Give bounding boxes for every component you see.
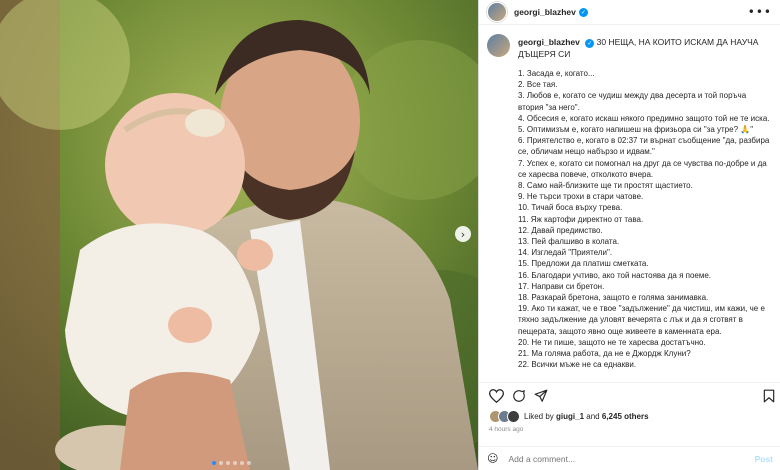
caption-list-item: 4. Обсесия е, когато искаш някого предим… <box>518 113 770 123</box>
chevron-right-icon: › <box>460 227 466 241</box>
caption-list-item: 7. Успех е, когато си помогнал на друг д… <box>518 158 767 179</box>
caption-heading: georgi_blazhev ✓ 30 НЕЩА, НА КОИТО ИСКАМ… <box>518 34 773 60</box>
caption-avatar[interactable] <box>487 34 510 57</box>
post-comment-button[interactable]: Post <box>755 454 773 464</box>
caption-list-item: 2. Все тая. <box>518 80 558 90</box>
caption-list-item: 3. Любов е, когато се чудиш между два де… <box>518 91 747 112</box>
caption-username[interactable]: georgi_blazhev <box>518 37 580 47</box>
carousel-indicators <box>212 461 251 465</box>
caption-scroll-area[interactable]: georgi_blazhev ✓ 30 НЕЩА, НА КОИТО ИСКАМ… <box>479 34 780 382</box>
likes-others[interactable]: 6,245 others <box>602 412 649 421</box>
carousel-dot <box>212 461 216 465</box>
caption-list-item: 17. Направи си бретон. <box>518 281 605 291</box>
carousel-dot <box>219 461 223 465</box>
post-photo[interactable]: › <box>0 0 478 470</box>
header-username[interactable]: georgi_blazhev <box>514 7 576 17</box>
likes-prefix: Liked by <box>524 412 554 421</box>
comment-icon[interactable] <box>511 388 527 404</box>
caption-list-item: 22. Всички мъже не са еднакви. <box>518 360 637 370</box>
caption-list-item: 14. Изгледай "Приятели". <box>518 248 613 258</box>
heart-icon[interactable] <box>488 388 504 404</box>
comment-bar: ☺ Post <box>479 446 780 470</box>
caption-list-item: 5. Оптимизъм е, когато напишеш на фризьо… <box>518 125 754 135</box>
caption-list-item: 8. Само най-близките ще ти простят щасти… <box>518 181 693 191</box>
post-header: georgi_blazhev ✓ ••• <box>479 0 780 25</box>
bookmark-icon[interactable] <box>761 388 777 404</box>
share-icon[interactable] <box>533 388 549 404</box>
verified-badge-icon: ✓ <box>578 7 588 17</box>
caption-list-item: 13. Пей фалшиво в колата. <box>518 237 620 247</box>
likes-user[interactable]: giugi_1 <box>556 412 584 421</box>
caption-list-item: 21. Ма голяма работа, да не е Джордж Клу… <box>518 349 691 359</box>
caption-list-item: 11. Яж картофи директно от тава. <box>518 214 644 224</box>
carousel-dot <box>247 461 251 465</box>
likes-summary: Liked by giugi_1 and 6,245 others <box>489 410 649 423</box>
caption-list-item: 6. Приятелство е, когато в 02:37 ти върн… <box>518 136 770 157</box>
post-timestamp[interactable]: 4 hours ago <box>489 426 523 433</box>
caption-list-item: 18. Разкарай бретона, защото е голяма за… <box>518 293 709 303</box>
caption-list-item: 12. Давай предимство. <box>518 225 603 235</box>
caption-verified-icon: ✓ <box>585 39 595 48</box>
more-options-icon[interactable]: ••• <box>748 5 772 19</box>
post-side-panel: georgi_blazhev ✓ ••• georgi_blazhev ✓ 30… <box>478 0 780 470</box>
photo-illustration <box>0 0 478 470</box>
instagram-post-modal: › georgi_blazhev ✓ ••• georgi_blazhev ✓ … <box>0 0 780 470</box>
likes-text: Liked by giugi_1 and 6,245 others <box>524 412 649 421</box>
caption-list-item: 10. Тичай боса върху трева. <box>518 203 623 213</box>
caption-list-item: 19. Ако ти кажат, че е твое "задължение"… <box>518 304 765 336</box>
caption-list-item: 16. Благодари учтиво, ако той настоява д… <box>518 270 712 280</box>
emoji-icon[interactable]: ☺ <box>487 452 498 465</box>
carousel-dot <box>226 461 230 465</box>
carousel-dot <box>240 461 244 465</box>
next-slide-button[interactable]: › <box>455 226 471 242</box>
action-bar <box>479 382 780 409</box>
caption-list: 1. Засада е, когато... 2. Все тая. 3. Любо… <box>518 68 773 370</box>
avatar[interactable] <box>487 2 507 22</box>
carousel-dot <box>233 461 237 465</box>
caption-list-item: 9. Не търси трохи в стари чатове. <box>518 192 644 202</box>
likes-and: and <box>586 412 600 421</box>
comment-input[interactable] <box>506 452 661 465</box>
caption-header: georgi_blazhev ✓ 30 НЕЩА, НА КОИТО ИСКАМ… <box>479 34 780 60</box>
caption-list-item: 20. Не ти пише, защото не те харесва дос… <box>518 337 706 347</box>
liker-avatar[interactable] <box>507 410 520 423</box>
caption-list-item: 1. Засада е, когато... <box>518 69 595 78</box>
caption-list-item: 15. Предложи да платиш сметката. <box>518 259 649 269</box>
